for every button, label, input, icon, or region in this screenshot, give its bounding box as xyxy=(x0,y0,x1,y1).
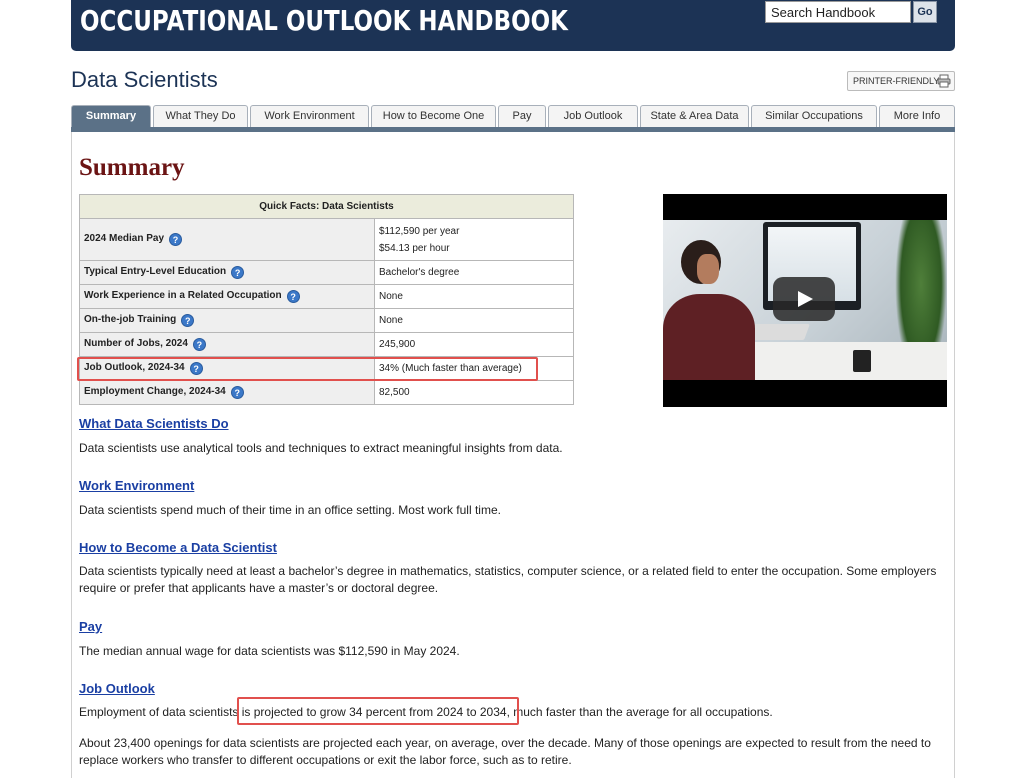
quick-facts-header-row: Quick Facts: Data Scientists xyxy=(79,194,574,219)
tab-bar: Summary What They Do Work Environment Ho… xyxy=(71,105,955,127)
fact-label-text: Number of Jobs, 2024 xyxy=(84,338,188,349)
job-outlook-row-highlight xyxy=(77,357,538,381)
fact-label: 2024 Median Pay? xyxy=(79,218,375,261)
table-row: Employment Change, 2024-34? 82,500 xyxy=(79,380,574,405)
section-link-work-environment[interactable]: Work Environment xyxy=(79,478,194,493)
fact-value-text: $112,590 per year xyxy=(379,225,460,237)
desk-illustration xyxy=(723,342,947,380)
fact-label: Employment Change, 2024-34? xyxy=(79,380,375,405)
fact-value: 82,500 xyxy=(374,380,574,405)
fact-label-text: On-the-job Training xyxy=(84,314,177,325)
site-banner: OCCUPATIONAL OUTLOOK HANDBOOK Go xyxy=(71,0,955,51)
help-icon[interactable]: ? xyxy=(192,338,206,351)
section-text-work-environment: Data scientists spend much of their time… xyxy=(79,503,501,517)
fact-label-text: Employment Change, 2024-34 xyxy=(84,386,226,397)
play-icon[interactable] xyxy=(773,277,835,321)
tab-summary[interactable]: Summary xyxy=(71,105,151,127)
tab-what-they-do[interactable]: What They Do xyxy=(153,105,248,127)
help-icon[interactable]: ? xyxy=(181,314,195,327)
fact-value: None xyxy=(374,284,574,309)
table-row: Work Experience in a Related Occupation?… xyxy=(79,284,574,309)
help-icon[interactable]: ? xyxy=(286,290,300,303)
table-row: Typical Entry-Level Education? Bachelor'… xyxy=(79,260,574,285)
section-link-job-outlook[interactable]: Job Outlook xyxy=(79,681,155,696)
fact-label: Typical Entry-Level Education? xyxy=(79,260,375,285)
tab-job-outlook[interactable]: Job Outlook xyxy=(548,105,638,127)
printer-friendly-label: PRINTER-FRIENDLY xyxy=(853,76,940,86)
video-player[interactable] xyxy=(663,194,947,407)
tab-state-area-data[interactable]: State & Area Data xyxy=(640,105,749,127)
tab-more-info[interactable]: More Info xyxy=(879,105,955,127)
mug-illustration xyxy=(853,350,871,372)
tab-similar-occupations[interactable]: Similar Occupations xyxy=(751,105,877,127)
fact-value: None xyxy=(374,308,574,333)
section-link-how-to-become[interactable]: How to Become a Data Scientist xyxy=(79,540,277,555)
tab-how-to-become-one[interactable]: How to Become One xyxy=(371,105,496,127)
fact-label: On-the-job Training? xyxy=(79,308,375,333)
person-illustration xyxy=(663,240,755,380)
section-link-pay[interactable]: Pay xyxy=(79,619,102,634)
section-text-pay: The median annual wage for data scientis… xyxy=(79,644,460,658)
fact-value-text-secondary: $54.13 per hour xyxy=(379,242,450,254)
search-go-button[interactable]: Go xyxy=(913,1,937,23)
fact-label-text: 2024 Median Pay xyxy=(84,233,165,244)
section-text-job-outlook-openings: About 23,400 openings for data scientist… xyxy=(79,736,931,767)
tab-work-environment[interactable]: Work Environment xyxy=(250,105,369,127)
projected-growth-highlight xyxy=(237,697,519,725)
fact-value: Bachelor's degree xyxy=(374,260,574,285)
printer-friendly-button[interactable]: PRINTER-FRIENDLY xyxy=(847,71,955,91)
search-input[interactable] xyxy=(765,1,911,23)
help-icon[interactable]: ? xyxy=(230,386,244,399)
table-row: Number of Jobs, 2024? 245,900 xyxy=(79,332,574,357)
page-title: Data Scientists xyxy=(71,67,218,92)
fact-label-text: Work Experience in a Related Occupation xyxy=(84,290,282,301)
quick-facts-caption: Quick Facts: Data Scientists xyxy=(79,194,574,219)
fact-value: $112,590 per year $54.13 per hour xyxy=(374,218,574,261)
table-row: 2024 Median Pay? $112,590 per year $54.13… xyxy=(79,218,574,261)
tab-pay[interactable]: Pay xyxy=(498,105,546,127)
fact-label: Number of Jobs, 2024? xyxy=(79,332,375,357)
summary-heading: Summary xyxy=(79,154,185,181)
fact-value: 245,900 xyxy=(374,332,574,357)
help-icon[interactable]: ? xyxy=(169,233,183,246)
site-title[interactable]: OCCUPATIONAL OUTLOOK HANDBOOK xyxy=(80,4,568,37)
printer-icon xyxy=(937,74,951,88)
table-row: On-the-job Training? None xyxy=(79,308,574,333)
fact-label: Work Experience in a Related Occupation? xyxy=(79,284,375,309)
section-link-what-they-do[interactable]: What Data Scientists Do xyxy=(79,416,229,431)
section-text-what-they-do: Data scientists use analytical tools and… xyxy=(79,441,563,455)
fact-label-text: Typical Entry-Level Education xyxy=(84,266,227,277)
help-icon[interactable]: ? xyxy=(231,266,245,279)
section-text-how-to-become: Data scientists typically need at least … xyxy=(79,564,937,595)
